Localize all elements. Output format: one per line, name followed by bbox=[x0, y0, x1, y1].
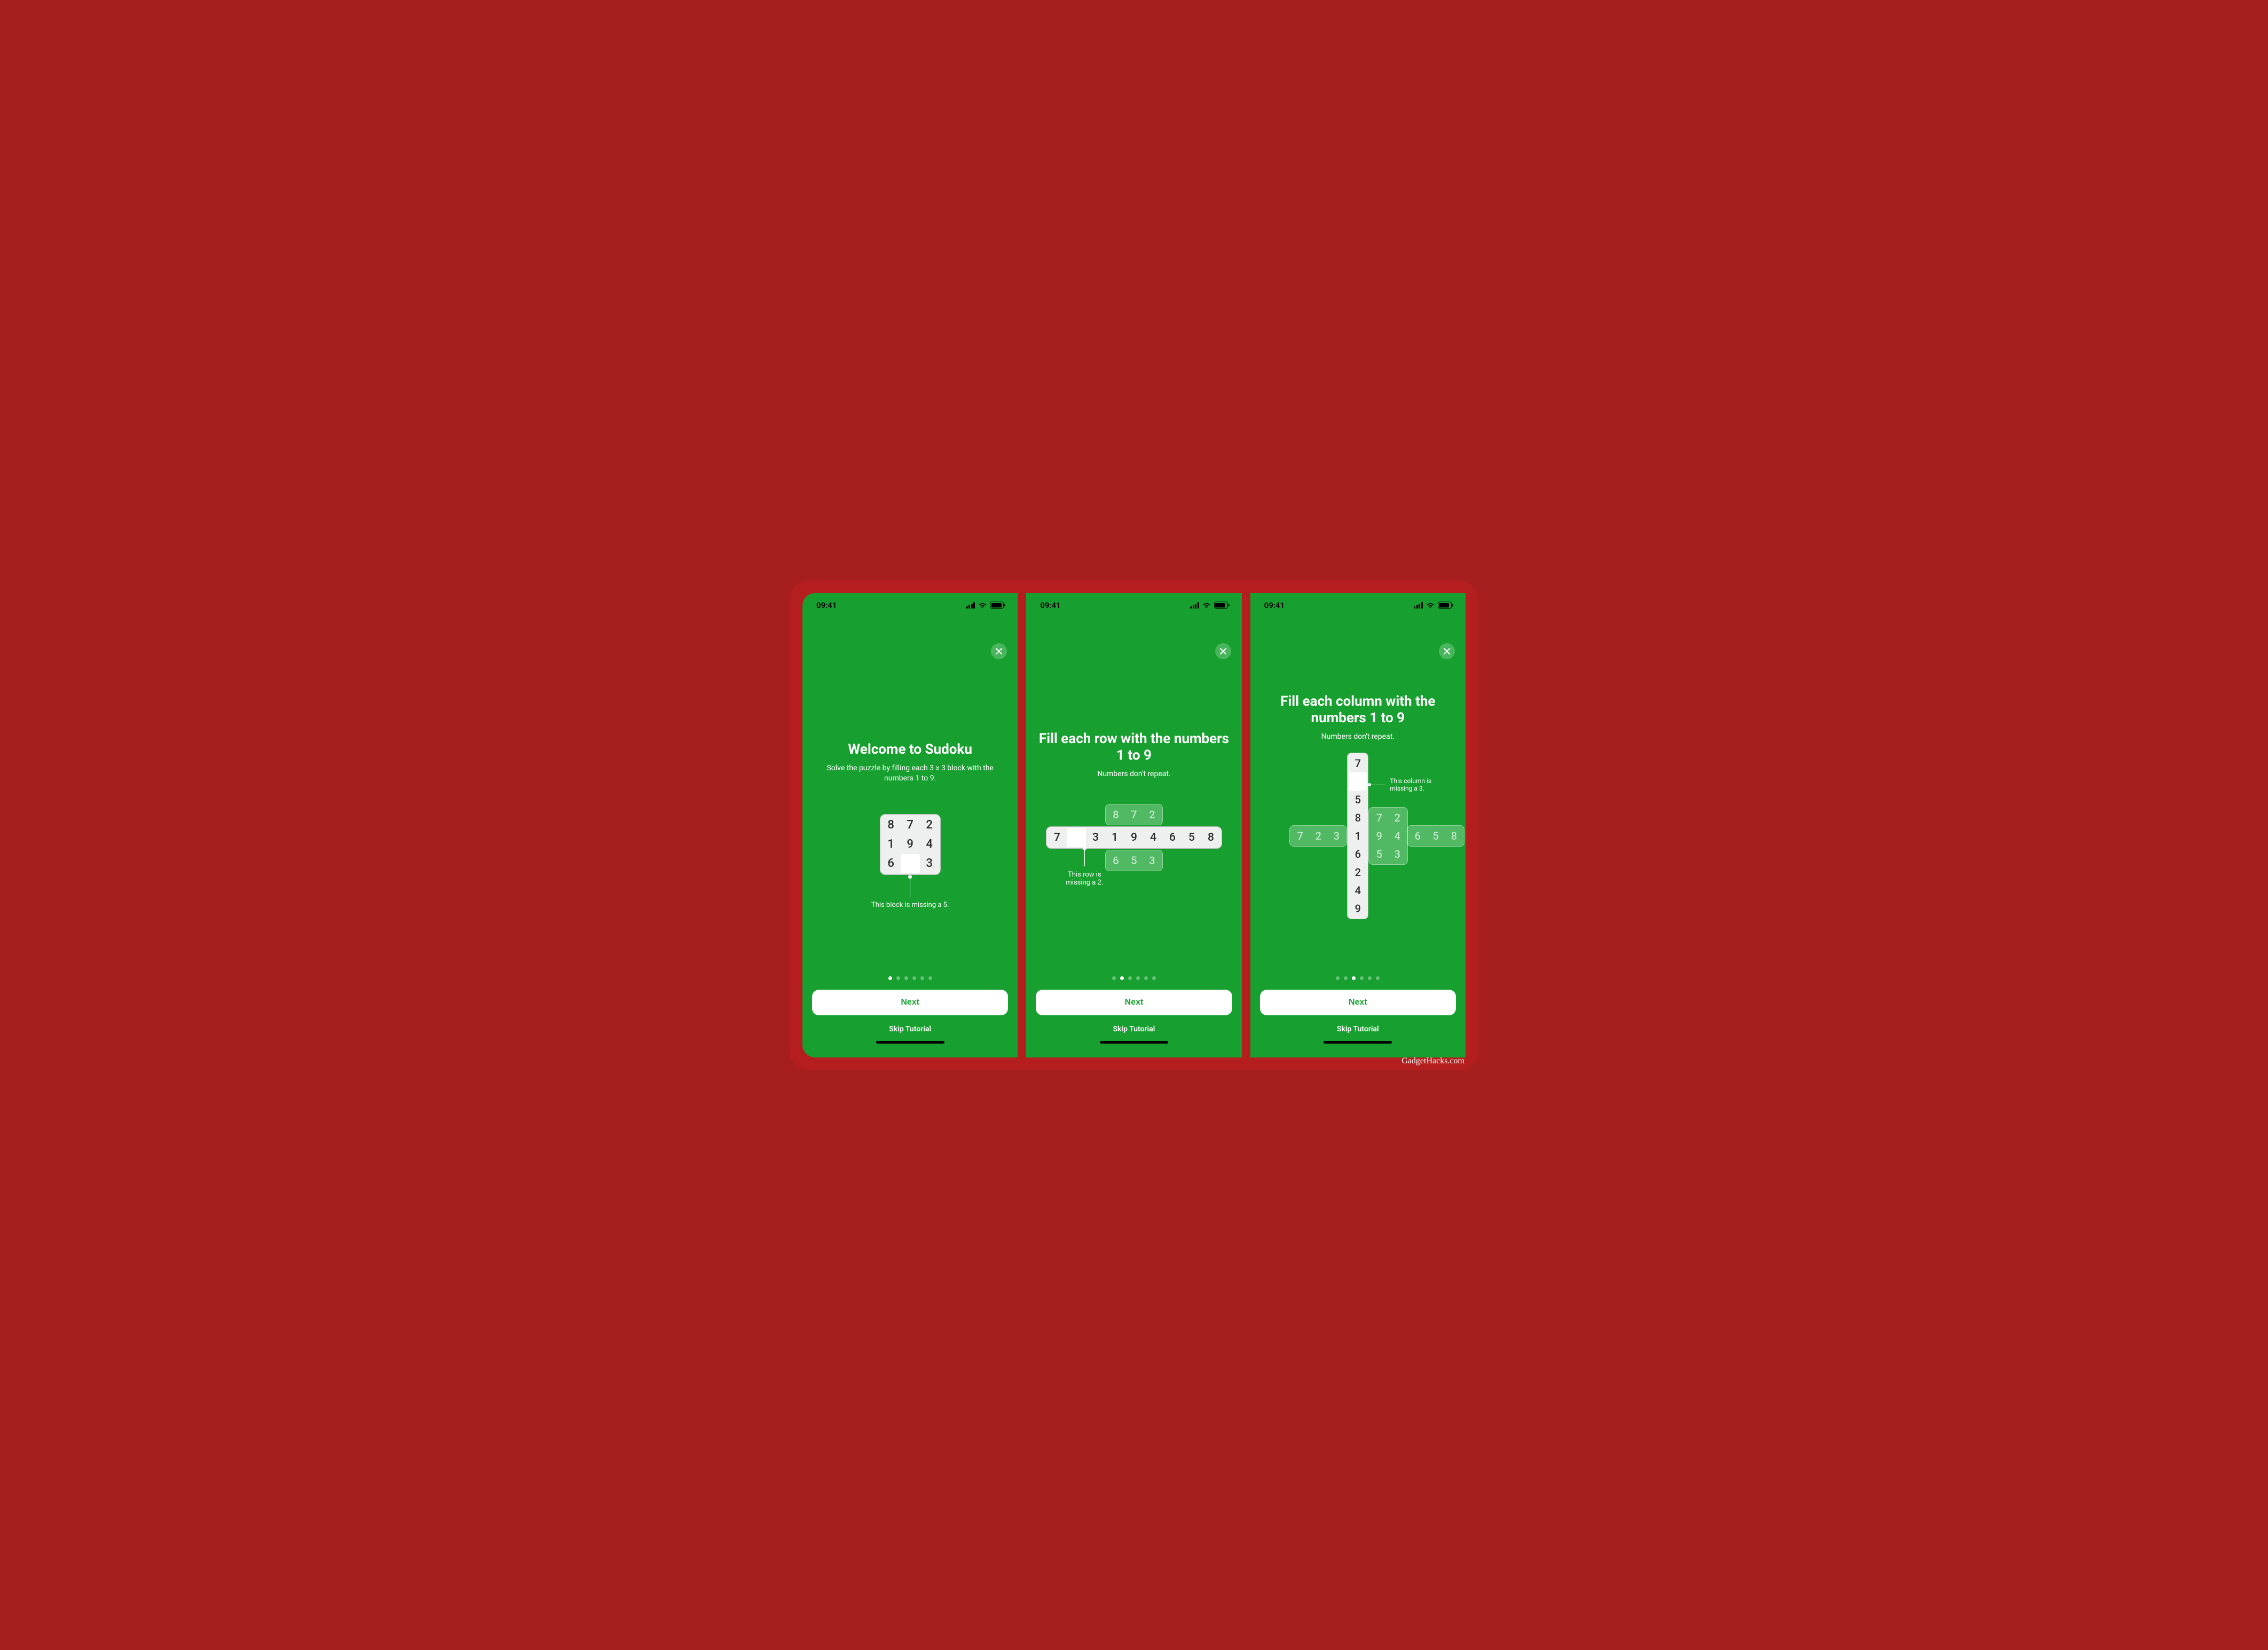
status-time: 09:41 bbox=[1264, 601, 1285, 610]
cellular-icon bbox=[1190, 602, 1199, 609]
ghost-block-bottom: 6 5 3 bbox=[1105, 850, 1163, 871]
status-bar: 09:41 bbox=[1250, 593, 1466, 613]
battery-icon bbox=[990, 602, 1004, 609]
ghost-row-right: 6 5 8 bbox=[1407, 825, 1464, 847]
tutorial-content: Fill each column with the numbers 1 to 9… bbox=[1250, 613, 1466, 976]
skip-tutorial-link[interactable]: Skip Tutorial bbox=[1260, 1025, 1456, 1033]
column-example: 7 5 8 1 6 2 4 9 7 2 9 4 5 3 bbox=[1261, 753, 1455, 966]
block-example: 8 7 2 1 9 4 6 3 bbox=[880, 814, 941, 875]
ghost-block-right: 7 2 9 4 5 3 bbox=[1368, 807, 1408, 865]
blank-cell bbox=[1067, 828, 1086, 847]
home-indicator bbox=[1100, 1041, 1168, 1044]
tutorial-subtitle: Numbers don't repeat. bbox=[1321, 732, 1395, 743]
battery-icon bbox=[1438, 602, 1452, 609]
phone-screen-2: 09:41 Fill each row with the numbers 1 t… bbox=[1026, 593, 1241, 1057]
callout-text: This row is missing a 2. bbox=[1060, 871, 1108, 887]
close-icon bbox=[1220, 648, 1226, 654]
skip-tutorial-link[interactable]: Skip Tutorial bbox=[1036, 1025, 1232, 1033]
callout: This block is missing a 5. bbox=[871, 875, 949, 909]
tutorial-title: Fill each column with the numbers 1 to 9 bbox=[1261, 693, 1455, 727]
tutorial-content: Fill each row with the numbers 1 to 9 Nu… bbox=[1026, 613, 1241, 976]
status-icons bbox=[1414, 601, 1452, 610]
close-button[interactable] bbox=[991, 643, 1007, 659]
skip-tutorial-link[interactable]: Skip Tutorial bbox=[812, 1025, 1008, 1033]
ghost-row-left: 7 2 3 bbox=[1289, 825, 1347, 847]
tutorial-title: Welcome to Sudoku bbox=[848, 741, 972, 758]
status-bar: 09:41 bbox=[802, 593, 1018, 613]
status-icons bbox=[966, 601, 1004, 610]
close-icon bbox=[996, 648, 1002, 654]
phone-screen-3: 09:41 Fill each column with the numbers … bbox=[1250, 593, 1466, 1057]
blank-cell bbox=[1349, 772, 1367, 791]
comparison-frame: 09:41 Welcome to Sudoku Solve the puzzle… bbox=[790, 580, 1478, 1070]
bottom-bar: Next Skip Tutorial bbox=[1250, 976, 1466, 1057]
page-indicator bbox=[812, 976, 1008, 980]
tutorial-title: Fill each row with the numbers 1 to 9 bbox=[1037, 731, 1231, 764]
home-indicator bbox=[876, 1041, 944, 1044]
status-icons bbox=[1190, 601, 1228, 610]
battery-icon bbox=[1214, 602, 1228, 609]
cellular-icon bbox=[966, 602, 975, 609]
close-button[interactable] bbox=[1439, 643, 1455, 659]
callout-text: This column is missing a 3. bbox=[1390, 777, 1448, 792]
tutorial-subtitle: Solve the puzzle by filling each 3 x 3 b… bbox=[825, 763, 996, 784]
status-time: 09:41 bbox=[1040, 601, 1060, 610]
status-bar: 09:41 bbox=[1026, 593, 1241, 613]
wifi-icon bbox=[1426, 601, 1435, 610]
close-button[interactable] bbox=[1215, 643, 1231, 659]
bottom-bar: Next Skip Tutorial bbox=[1026, 976, 1241, 1057]
next-button[interactable]: Next bbox=[1036, 990, 1232, 1015]
page-indicator bbox=[1036, 976, 1232, 980]
sudoku-row: 7 3 1 9 4 6 5 8 bbox=[1046, 826, 1222, 849]
tutorial-subtitle: Numbers don't repeat. bbox=[1097, 769, 1170, 780]
next-button[interactable]: Next bbox=[1260, 990, 1456, 1015]
wifi-icon bbox=[978, 601, 987, 610]
wifi-icon bbox=[1202, 601, 1211, 610]
cellular-icon bbox=[1414, 602, 1423, 609]
callout: This row is missing a 2. bbox=[1060, 847, 1108, 887]
phone-screen-1: 09:41 Welcome to Sudoku Solve the puzzle… bbox=[802, 593, 1018, 1057]
status-time: 09:41 bbox=[816, 601, 837, 610]
page-indicator bbox=[1260, 976, 1456, 980]
callout: This column is missing a 3. bbox=[1369, 777, 1448, 792]
sudoku-column: 7 5 8 1 6 2 4 9 bbox=[1347, 753, 1368, 919]
row-example: 8 7 2 7 3 1 9 4 6 5 8 6 5 bbox=[1037, 804, 1231, 871]
ghost-block-top: 8 7 2 bbox=[1105, 804, 1163, 825]
watermark: GadgetHacks.com bbox=[1401, 1056, 1464, 1066]
close-icon bbox=[1444, 648, 1450, 654]
callout-text: This block is missing a 5. bbox=[871, 901, 949, 909]
sudoku-block: 8 7 2 1 9 4 6 3 bbox=[880, 814, 941, 875]
blank-cell bbox=[901, 854, 920, 873]
bottom-bar: Next Skip Tutorial bbox=[802, 976, 1018, 1057]
next-button[interactable]: Next bbox=[812, 990, 1008, 1015]
home-indicator bbox=[1324, 1041, 1392, 1044]
tutorial-content: Welcome to Sudoku Solve the puzzle by fi… bbox=[802, 613, 1018, 976]
